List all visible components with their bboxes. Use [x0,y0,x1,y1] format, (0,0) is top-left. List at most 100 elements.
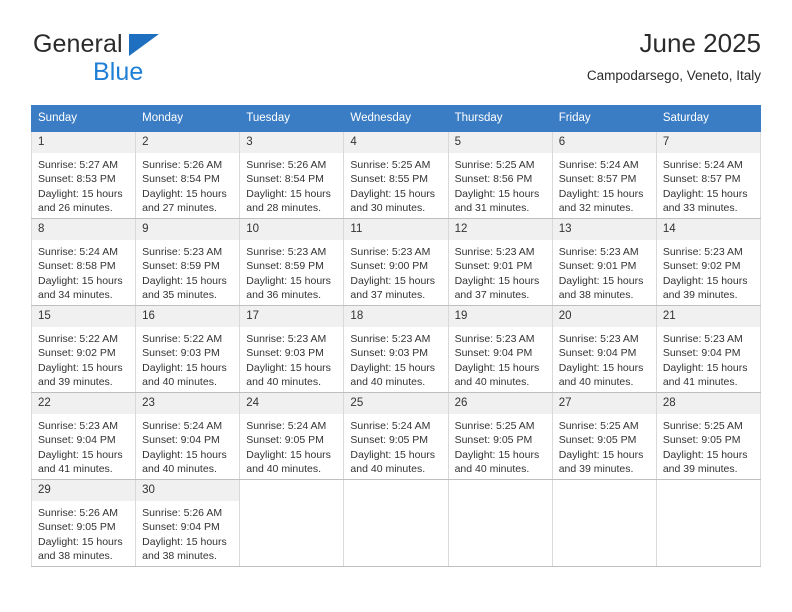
day-details: Sunrise: 5:25 AM Sunset: 8:55 PM Daylight:… [344,153,447,215]
sunrise-text: Sunrise: 5:26 AM [142,507,223,519]
calendar-day-cell[interactable]: 8 Sunrise: 5:24 AM Sunset: 8:58 PM Daylight… [30,218,137,306]
daylight-text-line1: Daylight: 15 hours [38,361,123,374]
daylight-text-line1: Daylight: 15 hours [454,187,540,200]
daylight-text-line1: Daylight: 15 hours [38,448,123,461]
day-details: Sunrise: 5:22 AM Sunset: 9:03 PM Daylight:… [136,327,239,389]
daylight-text-line2: and 39 minutes. [662,288,738,301]
day-number: 17 [240,306,344,327]
calendar-day-cell[interactable]: 3 Sunrise: 5:26 AM Sunset: 8:54 PM Daylight… [239,131,345,219]
calendar-day-cell[interactable]: 18 Sunrise: 5:23 AM Sunset: 9:03 PM Dayligh… [343,305,449,393]
calendar-week-row: 1 Sunrise: 5:27 AM Sunset: 8:53 PM Daylight… [30,131,762,219]
calendar-day-cell[interactable]: 25 Sunrise: 5:24 AM Sunset: 9:05 PM Dayligh… [343,392,449,480]
sunrise-text: Sunrise: 5:23 AM [454,246,535,258]
weekday-header-saturday: Saturday [655,105,762,132]
daylight-text-line1: Daylight: 15 hours [662,448,748,461]
weekday-header-monday: Monday [135,105,241,132]
sunset-text: Sunset: 9:00 PM [350,260,429,273]
calendar-day-cell[interactable]: 30 Sunrise: 5:26 AM Sunset: 9:04 PM Dayligh… [135,479,241,567]
calendar-day-cell[interactable]: 10 Sunrise: 5:23 AM Sunset: 8:59 PM Dayligh… [239,218,345,306]
calendar-day-cell[interactable]: 4 Sunrise: 5:25 AM Sunset: 8:55 PM Daylight… [343,131,449,219]
calendar-day-cell[interactable]: 11 Sunrise: 5:23 AM Sunset: 9:00 PM Dayligh… [343,218,449,306]
calendar-day-cell-empty [239,479,345,567]
day-number: 14 [656,219,760,240]
sunrise-text: Sunrise: 5:23 AM [350,333,431,345]
daylight-text-line2: and 40 minutes. [454,375,530,388]
sunset-text: Sunset: 8:57 PM [662,173,741,186]
logo-text-general: General [33,30,123,58]
day-details: Sunrise: 5:26 AM Sunset: 9:04 PM Daylight:… [136,501,239,563]
calendar-body: 1 Sunrise: 5:27 AM Sunset: 8:53 PM Daylight… [30,131,762,567]
calendar-day-cell[interactable]: 9 Sunrise: 5:23 AM Sunset: 8:59 PM Daylight… [135,218,241,306]
calendar-day-cell[interactable]: 26 Sunrise: 5:25 AM Sunset: 9:05 PM Dayligh… [447,392,553,480]
daylight-text-line1: Daylight: 15 hours [350,274,436,287]
calendar-day-cell[interactable]: 20 Sunrise: 5:23 AM Sunset: 9:04 PM Dayligh… [551,305,657,393]
calendar-day-cell[interactable]: 12 Sunrise: 5:23 AM Sunset: 9:01 PM Dayligh… [447,218,553,306]
calendar-day-cell[interactable]: 22 Sunrise: 5:23 AM Sunset: 9:04 PM Dayligh… [30,392,137,480]
day-details: Sunrise: 5:26 AM Sunset: 9:05 PM Daylight:… [32,501,135,563]
day-number: 10 [240,219,344,240]
calendar-day-cell[interactable]: 29 Sunrise: 5:26 AM Sunset: 9:05 PM Dayligh… [30,479,137,567]
daylight-text-line1: Daylight: 15 hours [454,361,540,374]
day-details: Sunrise: 5:23 AM Sunset: 9:01 PM Daylight:… [449,240,552,302]
calendar-day-cell[interactable]: 1 Sunrise: 5:27 AM Sunset: 8:53 PM Daylight… [30,131,137,219]
sunrise-text: Sunrise: 5:24 AM [350,420,431,432]
calendar-day-cell[interactable]: 21 Sunrise: 5:23 AM Sunset: 9:04 PM Dayligh… [655,305,762,393]
daylight-text-line2: and 26 minutes. [38,201,113,214]
sunrise-text: Sunrise: 5:23 AM [558,333,639,345]
day-number: 30 [136,480,240,501]
calendar-day-cell[interactable]: 28 Sunrise: 5:25 AM Sunset: 9:05 PM Dayligh… [655,392,762,480]
general-blue-logo[interactable]: General Blue [31,26,261,88]
sunrise-text: Sunrise: 5:24 AM [662,159,743,171]
sunset-text: Sunset: 9:05 PM [662,434,741,447]
day-details: Sunrise: 5:27 AM Sunset: 8:53 PM Daylight:… [32,153,135,215]
calendar-day-cell[interactable]: 15 Sunrise: 5:22 AM Sunset: 9:02 PM Dayligh… [30,305,137,393]
day-number: 21 [656,306,760,327]
sunset-text: Sunset: 8:55 PM [350,173,429,186]
weekday-header-thursday: Thursday [447,105,553,132]
sunrise-text: Sunrise: 5:26 AM [142,159,223,171]
calendar-day-cell[interactable]: 6 Sunrise: 5:24 AM Sunset: 8:57 PM Daylight… [551,131,657,219]
day-details: Sunrise: 5:24 AM Sunset: 8:57 PM Daylight:… [553,153,656,215]
calendar-day-cell[interactable]: 16 Sunrise: 5:22 AM Sunset: 9:03 PM Dayligh… [135,305,241,393]
day-number: 22 [32,393,136,414]
daylight-text-line1: Daylight: 15 hours [350,187,436,200]
calendar-day-cell[interactable]: 13 Sunrise: 5:23 AM Sunset: 9:01 PM Dayligh… [551,218,657,306]
day-details: Sunrise: 5:24 AM Sunset: 9:05 PM Daylight:… [344,414,447,476]
sunrise-sunset-calendar: Sunday Monday Tuesday Wednesday Thursday… [30,105,762,567]
daylight-text-line2: and 38 minutes. [38,549,113,562]
daylight-text-line1: Daylight: 15 hours [142,361,227,374]
day-details: Sunrise: 5:25 AM Sunset: 9:05 PM Daylight:… [449,414,552,476]
calendar-day-cell[interactable]: 7 Sunrise: 5:24 AM Sunset: 8:57 PM Daylight… [655,131,762,219]
daylight-text-line2: and 39 minutes. [38,375,113,388]
day-details: Sunrise: 5:24 AM Sunset: 8:57 PM Daylight:… [657,153,760,215]
daylight-text-line2: and 40 minutes. [454,462,530,475]
day-details: Sunrise: 5:26 AM Sunset: 8:54 PM Daylight:… [136,153,239,215]
day-details: Sunrise: 5:23 AM Sunset: 9:01 PM Daylight:… [553,240,656,302]
calendar-day-cell[interactable]: 5 Sunrise: 5:25 AM Sunset: 8:56 PM Daylight… [447,131,553,219]
calendar-day-cell[interactable]: 24 Sunrise: 5:24 AM Sunset: 9:05 PM Dayligh… [239,392,345,480]
sunrise-text: Sunrise: 5:25 AM [454,420,535,432]
calendar-day-cell[interactable]: 27 Sunrise: 5:25 AM Sunset: 9:05 PM Dayligh… [551,392,657,480]
day-number: 24 [240,393,344,414]
sunrise-text: Sunrise: 5:23 AM [246,333,327,345]
day-details: Sunrise: 5:25 AM Sunset: 9:05 PM Daylight:… [657,414,760,476]
calendar-day-cell[interactable]: 2 Sunrise: 5:26 AM Sunset: 8:54 PM Daylight… [135,131,241,219]
day-number: 4 [344,132,448,153]
day-details: Sunrise: 5:23 AM Sunset: 9:00 PM Daylight:… [344,240,447,302]
calendar-day-cell[interactable]: 17 Sunrise: 5:23 AM Sunset: 9:03 PM Dayligh… [239,305,345,393]
calendar-day-cell[interactable]: 14 Sunrise: 5:23 AM Sunset: 9:02 PM Dayligh… [655,218,762,306]
calendar-day-cell[interactable]: 23 Sunrise: 5:24 AM Sunset: 9:04 PM Dayligh… [135,392,241,480]
sunrise-text: Sunrise: 5:23 AM [142,246,223,258]
calendar-day-cell[interactable]: 19 Sunrise: 5:23 AM Sunset: 9:04 PM Dayligh… [447,305,553,393]
daylight-text-line1: Daylight: 15 hours [454,448,540,461]
sunrise-text: Sunrise: 5:23 AM [454,333,535,345]
sunset-text: Sunset: 9:05 PM [350,434,429,447]
sunrise-text: Sunrise: 5:23 AM [558,246,639,258]
daylight-text-line2: and 38 minutes. [142,549,217,562]
day-details: Sunrise: 5:23 AM Sunset: 9:03 PM Daylight:… [240,327,343,389]
sunrise-text: Sunrise: 5:23 AM [246,246,327,258]
sunset-text: Sunset: 9:05 PM [454,434,533,447]
calendar-week-row: 22 Sunrise: 5:23 AM Sunset: 9:04 PM Dayligh… [30,392,762,480]
calendar-day-cell-empty [551,479,657,567]
sunset-text: Sunset: 9:04 PM [142,521,220,534]
